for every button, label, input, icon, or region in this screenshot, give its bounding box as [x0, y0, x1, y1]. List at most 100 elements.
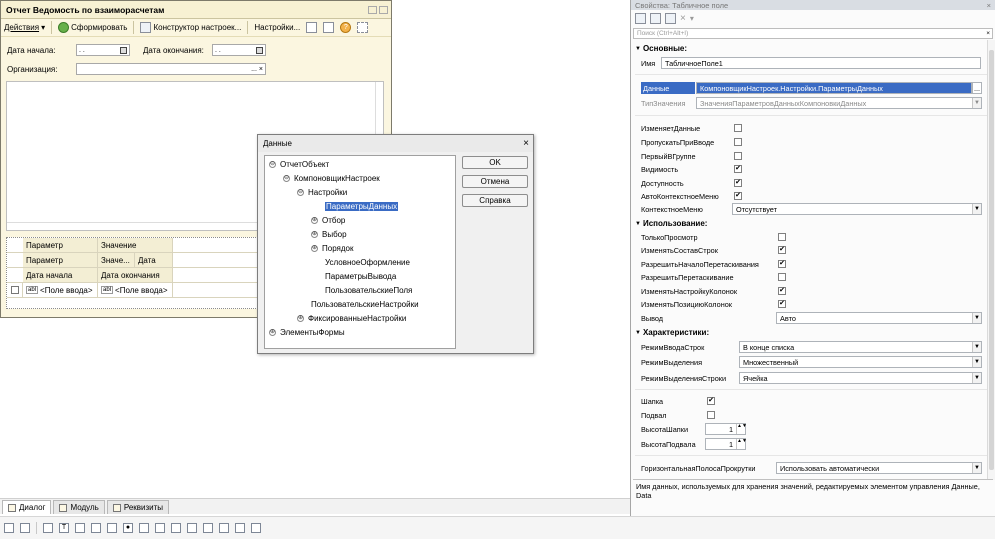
row-checkbox[interactable] — [11, 286, 19, 294]
prop-type-field[interactable]: ЗначенияПараметровДанныхКомпоновкиДанных… — [696, 97, 982, 109]
clear-icon[interactable]: × — [259, 66, 263, 73]
settings-button[interactable]: Настройки... — [254, 23, 300, 32]
organization-field[interactable]: ... × — [76, 63, 266, 75]
prop-header-height-spinner[interactable]: 1 ▲▼ — [705, 423, 747, 435]
splitter-icon[interactable] — [235, 523, 245, 533]
collapse-icon[interactable]: ⊖ — [297, 188, 304, 196]
collapse-icon[interactable]: ⊖ — [269, 160, 276, 168]
properties-scrollbar[interactable] — [987, 40, 995, 480]
prop-allow-drag-checkbox[interactable] — [778, 273, 786, 281]
expand-icon[interactable]: ⊕ — [269, 328, 276, 336]
tree-node-parametry-dannyh[interactable]: ПараметрыДанных — [325, 200, 399, 212]
expand-icon[interactable]: ⊕ — [297, 314, 304, 322]
prop-footer-height-spinner[interactable]: 1 ▲▼ — [705, 438, 747, 450]
tree-node-elementy-formy[interactable]: ⊕ ЭлементыФормы — [269, 326, 345, 338]
calendar-icon[interactable] — [219, 523, 229, 533]
activex-icon[interactable] — [251, 523, 261, 533]
tree-node-nastroiki[interactable]: ⊖ Настройки — [297, 186, 347, 198]
prop-row-selection-mode-field[interactable]: Ячейка ▼ — [739, 372, 982, 384]
more-icon[interactable] — [357, 22, 369, 33]
group-box-icon[interactable] — [155, 523, 165, 533]
settings-constructor-button[interactable]: Конструктор настроек... — [140, 22, 241, 33]
tree-node-poryadok[interactable]: ⊕ Порядок — [311, 242, 354, 254]
data-tree[interactable]: ⊖ ОтчетОбъект ⊖ КомпоновщикНастроек ⊖ На… — [264, 155, 456, 349]
collapse-icon[interactable]: ⊖ — [283, 174, 290, 182]
actions-menu-button[interactable]: Действия ▾ — [4, 23, 45, 32]
prop-output-field[interactable]: Авто ▼ — [776, 312, 982, 324]
close-icon[interactable]: × — [680, 13, 686, 24]
prop-footer-checkbox[interactable] — [707, 411, 715, 419]
scrollbar-thumb[interactable] — [989, 50, 994, 470]
radio-icon[interactable]: ● — [123, 523, 133, 533]
panel-icon[interactable] — [203, 523, 213, 533]
tree-node-polzovatelskie-nastroiki[interactable]: ПользовательскиеНастройки — [311, 298, 419, 310]
prop-input-mode-field[interactable]: В конце списка ▼ — [739, 341, 982, 353]
checkbox-icon[interactable] — [107, 523, 117, 533]
tree-node-parametry-vyvoda[interactable]: ПараметрыВывода — [325, 270, 396, 282]
table-cell[interactable]: abl <Поле ввода> — [23, 283, 98, 297]
ok-button[interactable]: OK — [462, 156, 528, 169]
close-icon[interactable]: × — [519, 138, 533, 149]
tree-node-otbor[interactable]: ⊕ Отбор — [311, 214, 345, 226]
prop-visibility-checkbox[interactable]: ✔ — [734, 165, 742, 173]
date-end-field[interactable]: . . — [212, 44, 266, 56]
properties-icon[interactable] — [665, 12, 676, 24]
form-report-button[interactable]: Сформировать — [58, 22, 127, 33]
tree-node-vybor[interactable]: ⊕ Выбор — [311, 228, 347, 240]
tree-node-polzovatelskie-polya[interactable]: ПользовательскиеПоля — [325, 284, 412, 296]
chevron-down-icon[interactable]: ▾ — [690, 14, 694, 23]
list-icon[interactable] — [139, 523, 149, 533]
prop-change-rows-checkbox[interactable]: ✔ — [778, 246, 786, 254]
group-characteristics[interactable]: ▼ Характеристики: — [635, 327, 709, 338]
prop-read-only-checkbox[interactable] — [778, 233, 786, 241]
prop-header-checkbox[interactable]: ✔ — [707, 397, 715, 405]
chevron-down-icon[interactable]: ▼ — [972, 98, 981, 108]
group-main[interactable]: ▼ Основные: — [635, 43, 687, 54]
prop-auto-context-menu-checkbox[interactable]: ✔ — [734, 192, 742, 200]
restore-settings-icon[interactable] — [323, 22, 335, 33]
tree-node-komponovshik[interactable]: ⊖ КомпоновщикНастроек — [283, 172, 380, 184]
prop-change-column-position-checkbox[interactable]: ✔ — [778, 300, 786, 308]
clear-icon[interactable]: × — [986, 30, 990, 37]
calendar-icon[interactable] — [256, 46, 263, 54]
close-icon[interactable]: × — [987, 1, 995, 10]
chevron-down-icon[interactable]: ▼ — [972, 463, 981, 473]
tab-attributes[interactable]: Реквизиты — [106, 500, 170, 514]
tree-node-uslovnoe-oformlenie[interactable]: УсловноеОформление — [325, 256, 410, 268]
date-start-field[interactable]: . . — [76, 44, 130, 56]
minimize-icon[interactable] — [368, 5, 377, 14]
categories-icon[interactable] — [650, 12, 661, 24]
help-icon[interactable]: ? — [340, 22, 352, 33]
tree-node-fiksirovannye-nastroiki[interactable]: ⊕ ФиксированныеНастройки — [297, 312, 406, 324]
prop-selection-mode-field[interactable]: Множественный ▼ — [739, 356, 982, 368]
chevron-down-icon[interactable]: ▼ — [972, 342, 981, 352]
pointer-icon[interactable] — [4, 523, 14, 533]
expand-icon[interactable]: ⊕ — [311, 244, 318, 252]
prop-context-menu-field[interactable]: Отсутствует ▼ — [732, 203, 982, 215]
prop-data-field[interactable]: КомпоновщикНастроек.Настройки.ПараметрыД… — [696, 82, 972, 94]
spinner-arrows-icon[interactable]: ▲▼ — [736, 439, 747, 449]
frame-icon[interactable] — [171, 523, 181, 533]
prop-availability-checkbox[interactable]: ✔ — [734, 179, 742, 187]
prop-change-column-settings-checkbox[interactable]: ✔ — [778, 287, 786, 295]
sort-alphabet-icon[interactable] — [635, 12, 646, 24]
prop-allow-drag-start-checkbox[interactable]: ✔ — [778, 260, 786, 268]
button-icon[interactable] — [43, 523, 53, 533]
chevron-down-icon[interactable]: ▼ — [972, 357, 981, 367]
text-field-icon[interactable] — [91, 523, 101, 533]
align-icon[interactable] — [20, 523, 30, 533]
select-data-button[interactable]: ... — [972, 82, 982, 94]
chevron-down-icon[interactable]: ▼ — [972, 313, 981, 323]
prop-hscroll-field[interactable]: Использовать автоматически ▼ — [776, 462, 982, 474]
chevron-down-icon[interactable]: ▼ — [972, 204, 981, 214]
calendar-icon[interactable] — [120, 46, 127, 54]
cancel-button[interactable]: Отмена — [462, 175, 528, 188]
properties-search-input[interactable]: Поиск (Ctrl+Alt+I) × — [633, 28, 993, 39]
help-button[interactable]: Справка — [462, 194, 528, 207]
maximize-icon[interactable] — [379, 5, 388, 14]
expand-icon[interactable]: ⊕ — [311, 216, 318, 224]
tab-module[interactable]: Модуль — [53, 500, 105, 514]
table-cell[interactable]: abl <Поле ввода> — [98, 283, 173, 297]
tree-node-otchet-obekt[interactable]: ⊖ ОтчетОбъект — [269, 158, 329, 170]
table-icon[interactable] — [75, 523, 85, 533]
